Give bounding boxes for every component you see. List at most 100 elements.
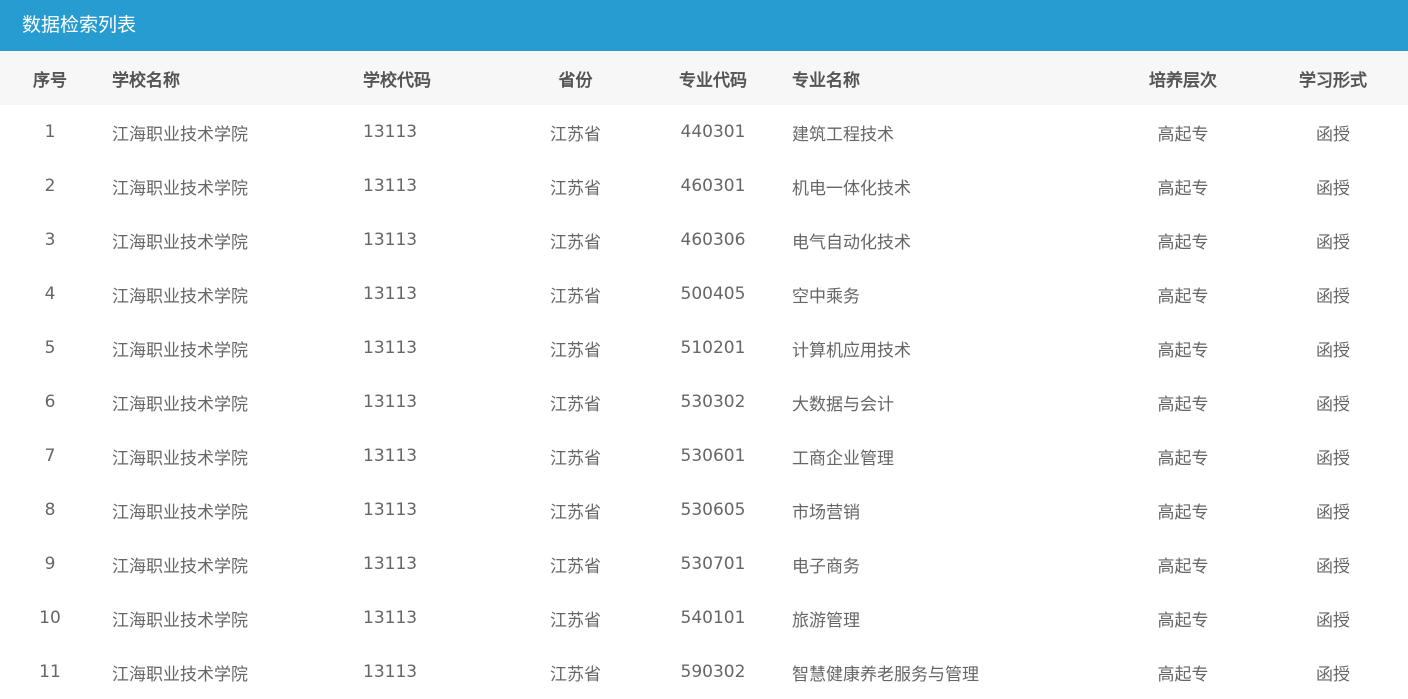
cell-major-name: 旅游管理 [792,610,860,631]
cell-school-code: 13113 [363,122,418,142]
cell-level: 高起专 [1157,178,1209,199]
cell-school-name: 江海职业技术学院 [112,178,248,199]
panel-title: 数据检索列表 [0,0,1408,51]
cell-school-code: 13113 [363,662,418,682]
cell-major-code: 460306 [680,230,746,250]
cell-study-mode: 函授 [1316,610,1350,631]
cell-study-mode: 函授 [1316,340,1350,361]
table-body: 1 江海职业技术学院 13113 江苏省 440301 建筑工程技术 高起专 函… [0,105,1408,699]
header-province: 省份 [558,70,593,91]
cell-school-name: 江海职业技术学院 [112,340,248,361]
cell-level: 高起专 [1157,394,1209,415]
cell-province: 江苏省 [550,394,601,415]
cell-index: 10 [39,608,61,628]
cell-province: 江苏省 [550,502,601,523]
cell-index: 9 [44,554,56,574]
cell-school-name: 江海职业技术学院 [112,664,248,685]
cell-study-mode: 函授 [1316,232,1350,253]
cell-major-name: 机电一体化技术 [792,178,911,199]
cell-province: 江苏省 [550,664,601,685]
cell-major-code: 460301 [680,176,746,196]
cell-study-mode: 函授 [1316,556,1350,577]
cell-study-mode: 函授 [1316,178,1350,199]
cell-school-name: 江海职业技术学院 [112,502,248,523]
cell-index: 2 [44,176,56,196]
cell-school-name: 江海职业技术学院 [112,610,248,631]
cell-school-code: 13113 [363,284,418,304]
cell-major-name: 智慧健康养老服务与管理 [792,664,979,685]
cell-study-mode: 函授 [1316,124,1350,145]
cell-school-name: 江海职业技术学院 [112,448,248,469]
cell-major-code: 500405 [680,284,746,304]
cell-study-mode: 函授 [1316,394,1350,415]
table-row: 6 江海职业技术学院 13113 江苏省 530302 大数据与会计 高起专 函… [0,375,1408,429]
cell-province: 江苏省 [550,286,601,307]
cell-major-code: 530601 [680,446,746,466]
cell-study-mode: 函授 [1316,502,1350,523]
cell-level: 高起专 [1157,340,1209,361]
cell-major-code: 540101 [680,608,746,628]
cell-level: 高起专 [1157,448,1209,469]
cell-major-code: 590302 [680,662,746,682]
cell-major-code: 440301 [680,122,746,142]
table-row: 4 江海职业技术学院 13113 江苏省 500405 空中乘务 高起专 函授 [0,267,1408,321]
cell-major-name: 电气自动化技术 [792,232,911,253]
cell-school-name: 江海职业技术学院 [112,394,248,415]
cell-index: 7 [44,446,56,466]
cell-province: 江苏省 [550,340,601,361]
cell-major-code: 530302 [680,392,746,412]
cell-index: 8 [44,500,56,520]
table-header: 序号 学校名称 学校代码 省份 专业代码 专业名称 培养层次 学习形式 [0,51,1408,105]
cell-major-name: 空中乘务 [792,286,860,307]
header-school-code: 学校代码 [363,70,431,91]
cell-index: 6 [44,392,56,412]
cell-school-code: 13113 [363,500,418,520]
table-row: 8 江海职业技术学院 13113 江苏省 530605 市场营销 高起专 函授 [0,483,1408,537]
results-table: 序号 学校名称 学校代码 省份 专业代码 专业名称 培养层次 学习形式 1 江海… [0,51,1408,699]
cell-study-mode: 函授 [1316,664,1350,685]
header-major-name: 专业名称 [792,70,860,91]
cell-major-name: 大数据与会计 [792,394,894,415]
table-row: 1 江海职业技术学院 13113 江苏省 440301 建筑工程技术 高起专 函… [0,105,1408,159]
header-index: 序号 [33,70,67,91]
table-row: 5 江海职业技术学院 13113 江苏省 510201 计算机应用技术 高起专 … [0,321,1408,375]
table-header-row: 序号 学校名称 学校代码 省份 专业代码 专业名称 培养层次 学习形式 [0,51,1408,105]
cell-major-code: 530701 [680,554,746,574]
cell-school-code: 13113 [363,608,418,628]
cell-major-code: 530605 [680,500,746,520]
cell-level: 高起专 [1157,502,1209,523]
cell-level: 高起专 [1157,610,1209,631]
cell-major-name: 电子商务 [792,556,860,577]
cell-school-name: 江海职业技术学院 [112,124,248,145]
table-row: 7 江海职业技术学院 13113 江苏省 530601 工商企业管理 高起专 函… [0,429,1408,483]
cell-province: 江苏省 [550,556,601,577]
table-row: 2 江海职业技术学院 13113 江苏省 460301 机电一体化技术 高起专 … [0,159,1408,213]
cell-study-mode: 函授 [1316,448,1350,469]
header-level: 培养层次 [1149,70,1217,91]
cell-major-name: 计算机应用技术 [792,340,911,361]
cell-index: 5 [44,338,56,358]
data-search-panel: 数据检索列表 序号 学校名称 学校代码 省份 专业代码 专业名称 培养层次 学习… [0,0,1408,699]
cell-school-code: 13113 [363,176,418,196]
cell-level: 高起专 [1157,664,1209,685]
cell-level: 高起专 [1157,286,1209,307]
cell-school-name: 江海职业技术学院 [112,232,248,253]
cell-major-name: 工商企业管理 [792,448,894,469]
cell-index: 1 [44,122,56,142]
cell-level: 高起专 [1157,232,1209,253]
cell-school-code: 13113 [363,392,418,412]
cell-province: 江苏省 [550,178,601,199]
cell-province: 江苏省 [550,610,601,631]
cell-index: 3 [44,230,56,250]
table-row: 10 江海职业技术学院 13113 江苏省 540101 旅游管理 高起专 函授 [0,591,1408,645]
cell-province: 江苏省 [550,124,601,145]
cell-province: 江苏省 [550,232,601,253]
cell-school-code: 13113 [363,230,418,250]
cell-index: 4 [44,284,56,304]
cell-index: 11 [39,662,61,682]
header-major-code: 专业代码 [679,70,747,91]
cell-school-code: 13113 [363,554,418,574]
cell-study-mode: 函授 [1316,286,1350,307]
cell-province: 江苏省 [550,448,601,469]
cell-major-code: 510201 [680,338,746,358]
